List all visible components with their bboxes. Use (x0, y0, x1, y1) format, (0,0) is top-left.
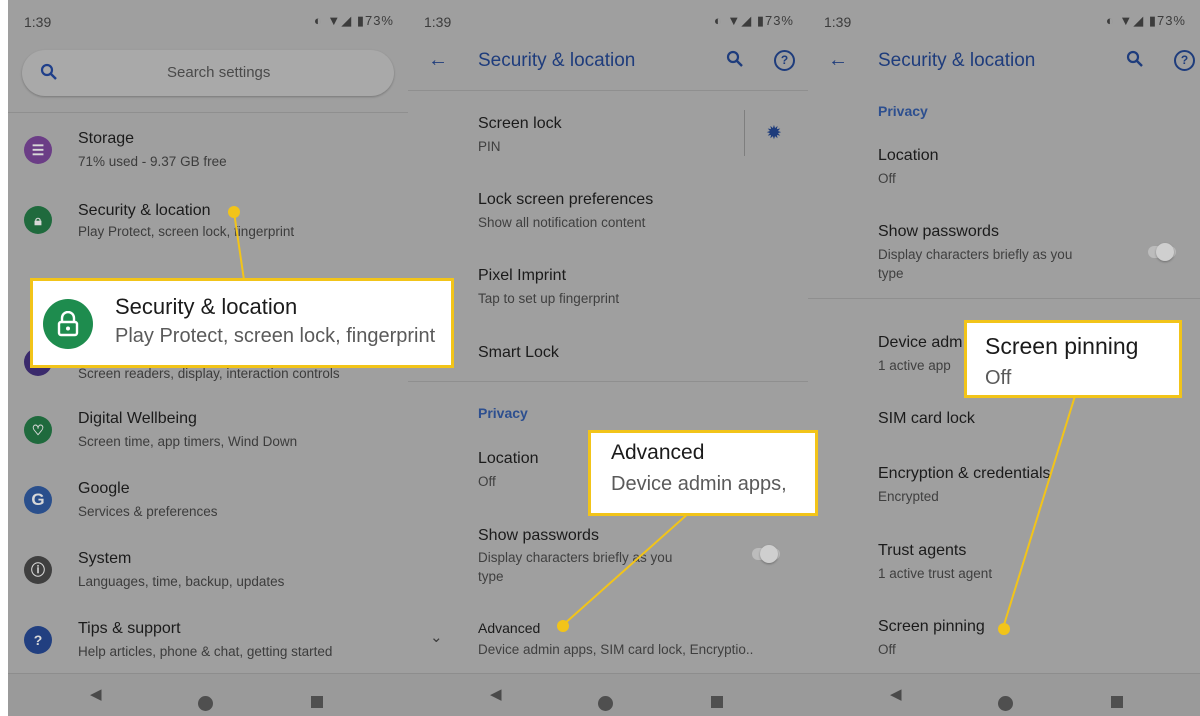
callout-title: Advanced (611, 441, 705, 464)
callout-subtitle: Off (985, 367, 1012, 389)
callout-title: Security & location (115, 294, 298, 319)
connector-line (1002, 395, 1076, 629)
lock-icon (43, 299, 93, 349)
connector-line (562, 511, 691, 626)
callout-security-location: Security & location Play Protect, screen… (30, 278, 454, 368)
highlight-dot (998, 623, 1010, 635)
callout-subtitle: Play Protect, screen lock, fingerprint (115, 325, 436, 347)
connector-line (233, 211, 245, 281)
callout-advanced: Advanced Device admin apps, (588, 430, 818, 516)
callout-screen-pinning: Screen pinning Off (964, 320, 1182, 398)
callout-subtitle: Device admin apps, (611, 473, 787, 495)
highlight-dot (228, 206, 240, 218)
callout-title: Screen pinning (985, 333, 1139, 359)
highlight-dot (557, 620, 569, 632)
